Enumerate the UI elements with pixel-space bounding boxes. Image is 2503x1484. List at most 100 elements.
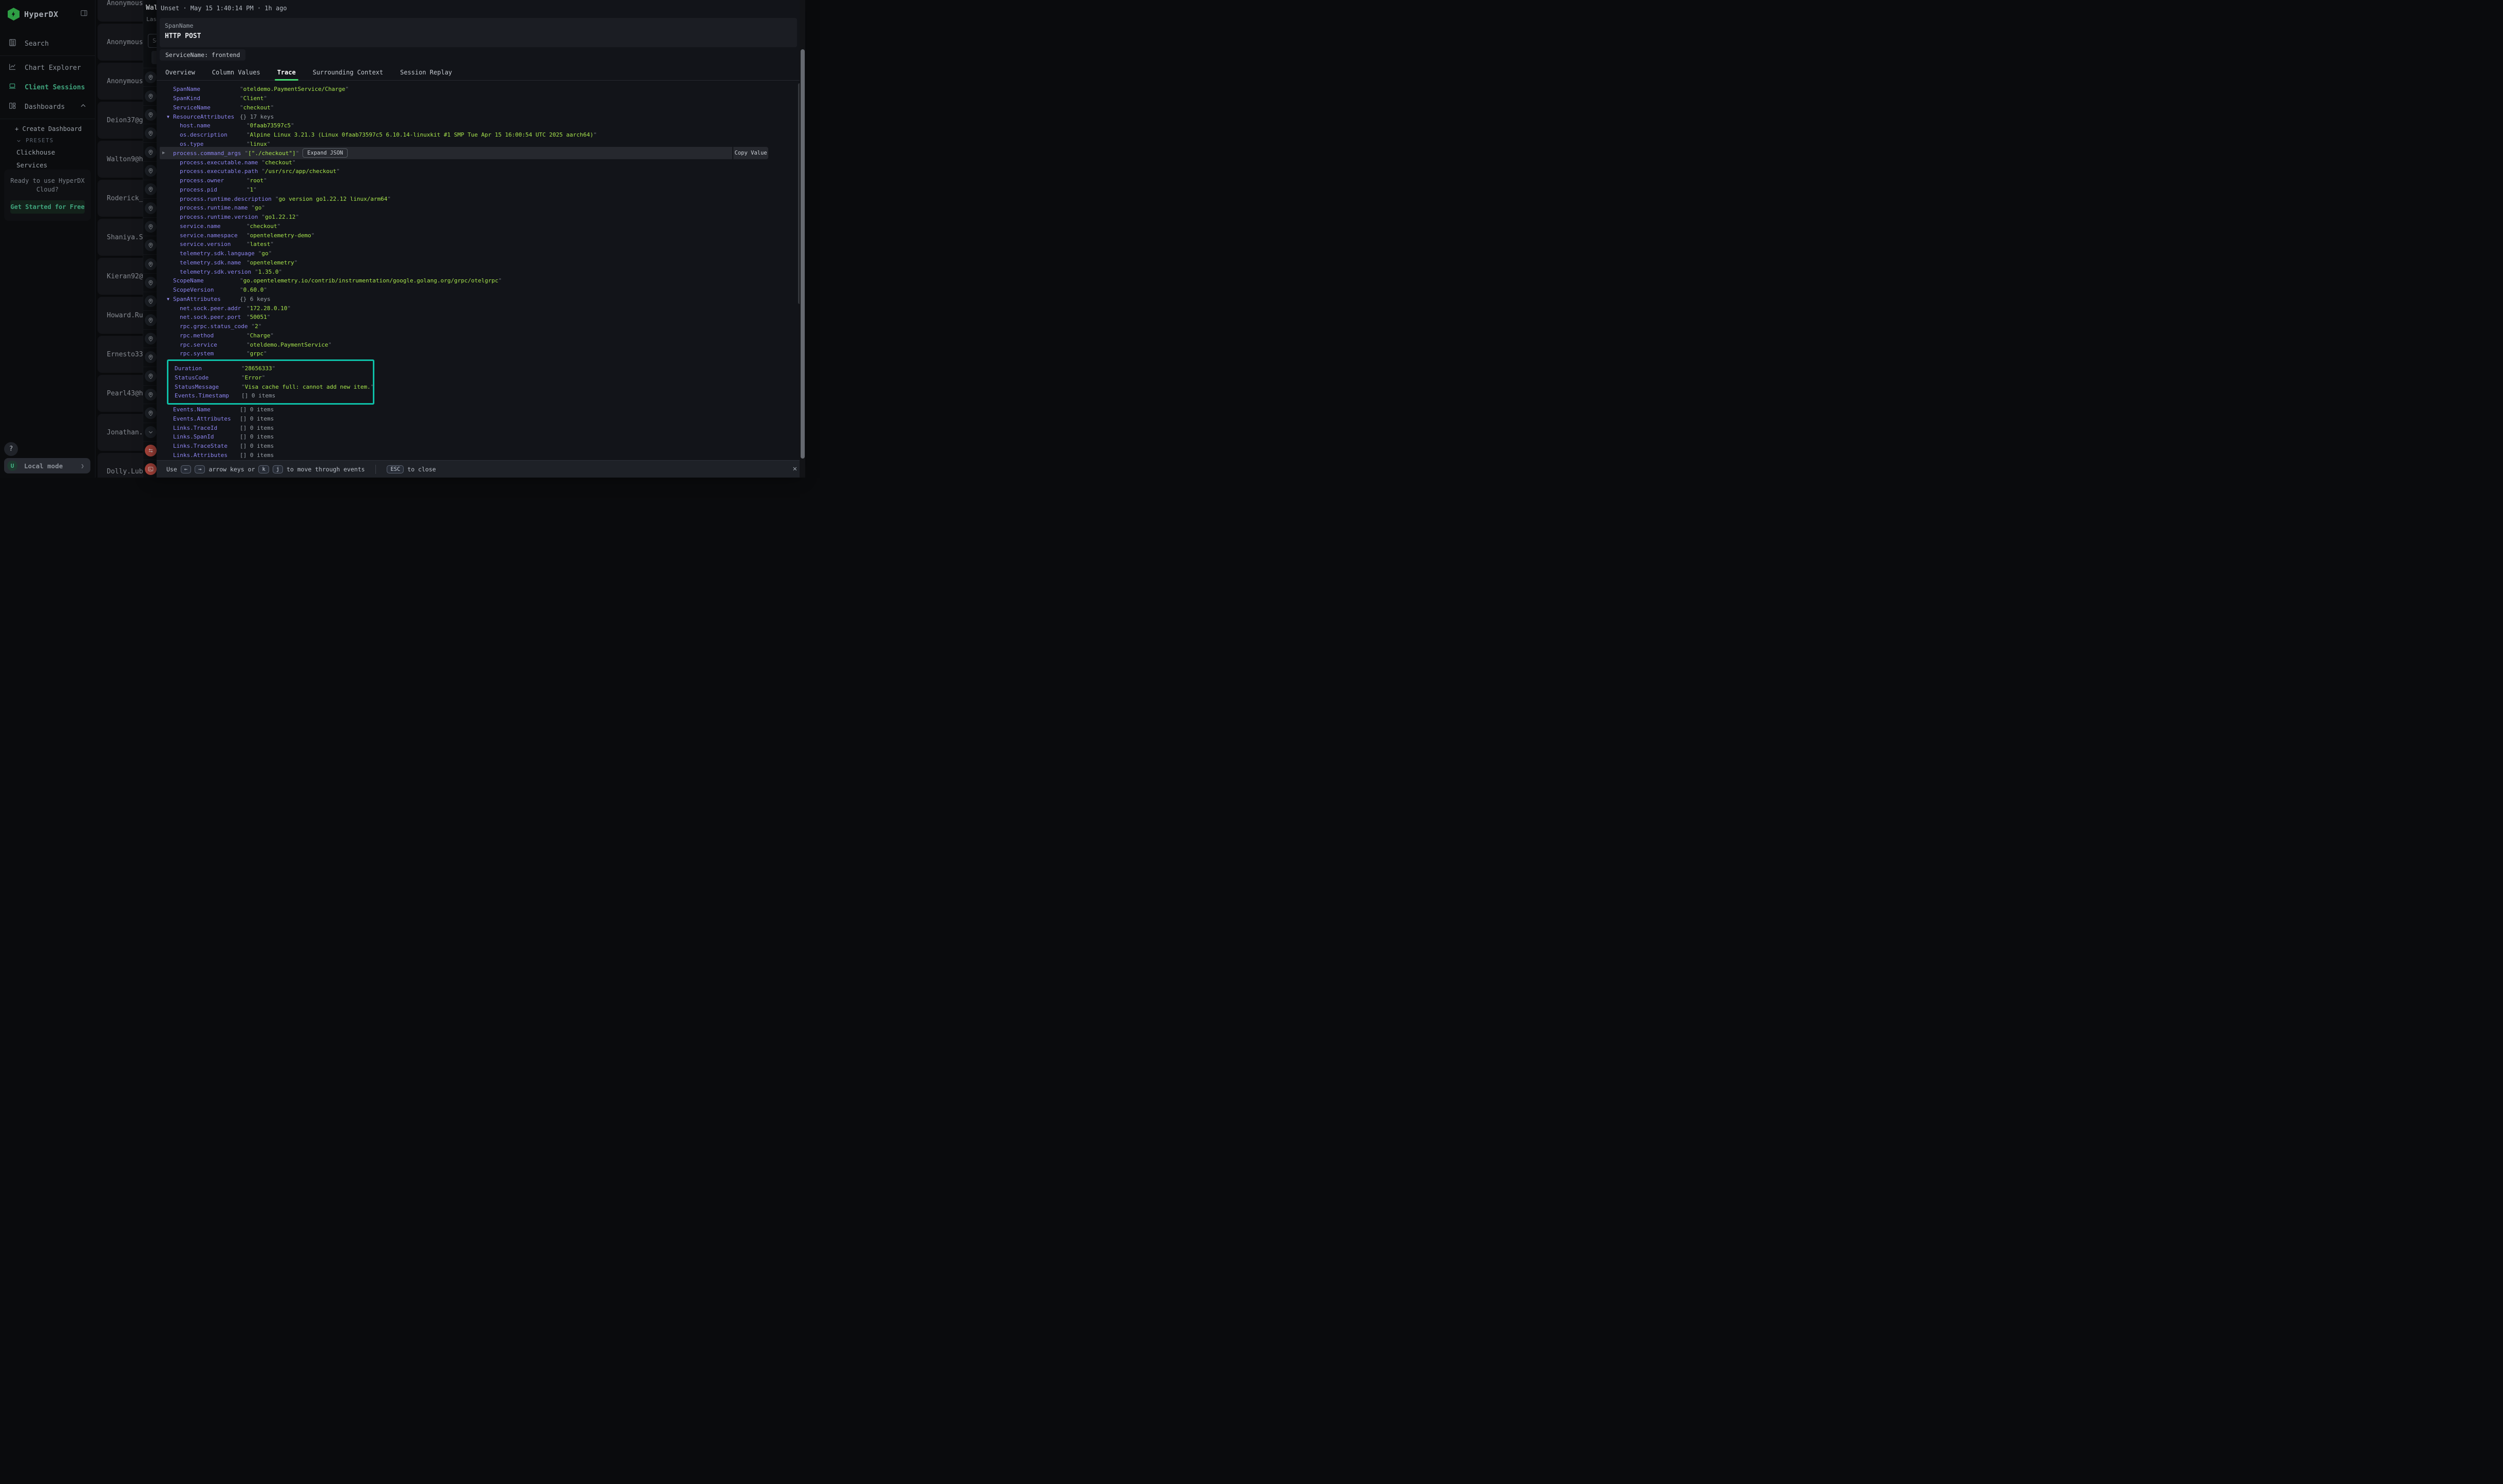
- attribute-row-rpc.method[interactable]: rpc.method"Charge": [173, 331, 805, 340]
- event-row[interactable]: [143, 386, 157, 404]
- j-key[interactable]: j: [273, 465, 283, 473]
- event-row[interactable]: [143, 348, 157, 367]
- filter-chip[interactable]: H: [151, 51, 157, 64]
- tab-session-replay[interactable]: Session Replay: [400, 66, 452, 80]
- session-card[interactable]: Ernesto33@: [98, 336, 143, 373]
- attribute-row-service.namespace[interactable]: service.namespace"opentelemetry-demo": [173, 231, 805, 240]
- attribute-row-os.description[interactable]: os.description"Alpine Linux 3.21.3 (Linu…: [173, 130, 805, 140]
- tab-overview[interactable]: Overview: [165, 66, 195, 80]
- event-row[interactable]: [143, 218, 157, 236]
- attribute-row-spankind[interactable]: SpanKind"Client": [173, 94, 805, 103]
- help-button[interactable]: ?: [4, 442, 18, 456]
- event-row[interactable]: [143, 404, 157, 423]
- attribute-row-links.attributes[interactable]: Links.Attributes[] 0 items: [173, 451, 805, 460]
- preset-item-clickhouse[interactable]: Clickhouse: [0, 146, 95, 159]
- expand-json-button[interactable]: Expand JSON: [302, 148, 348, 158]
- session-card[interactable]: Anonymous: [98, 0, 143, 22]
- attribute-row-process.pid[interactable]: process.pid"1": [173, 185, 805, 195]
- event-row[interactable]: [143, 423, 157, 442]
- attribute-row-links.spanid[interactable]: Links.SpanId[] 0 items: [173, 432, 805, 442]
- attribute-row-tracestate[interactable]: TraceState: [173, 81, 805, 85]
- arrow-left-key[interactable]: ←: [181, 465, 191, 473]
- event-row[interactable]: [143, 236, 157, 255]
- k-key[interactable]: k: [258, 465, 269, 473]
- close-icon[interactable]: ✕: [793, 465, 797, 473]
- attribute-row-net.sock.peer.addr[interactable]: net.sock.peer.addr"172.28.0.10": [173, 303, 805, 313]
- attribute-row-servicename[interactable]: ServiceName"checkout": [173, 103, 805, 112]
- event-row[interactable]: [143, 460, 157, 478]
- event-row[interactable]: [143, 68, 157, 87]
- session-card[interactable]: Shaniya.Sc: [98, 219, 143, 256]
- event-row[interactable]: [143, 255, 157, 273]
- attribute-row-process.executable.name[interactable]: process.executable.name"checkout": [173, 158, 805, 167]
- attribute-row-host.name[interactable]: host.name"0faab73597c5": [173, 121, 805, 130]
- attribute-row-service.version[interactable]: service.version"latest": [173, 240, 805, 249]
- session-card[interactable]: Anonymous: [98, 24, 143, 61]
- event-row[interactable]: [143, 162, 157, 180]
- attribute-row-spanname[interactable]: SpanName"oteldemo.PaymentService/Charge": [173, 85, 805, 94]
- sidebar-item-client-sessions[interactable]: Client Sessions: [0, 78, 95, 97]
- arrow-right-key[interactable]: →: [195, 465, 205, 473]
- event-row[interactable]: [143, 274, 157, 292]
- session-card[interactable]: Deion37@gm: [98, 102, 143, 139]
- session-card[interactable]: Dolly.Lubo: [98, 453, 143, 478]
- session-card[interactable]: Anonymous: [98, 63, 143, 100]
- event-row[interactable]: [143, 106, 157, 124]
- session-card[interactable]: Jonathan.B: [98, 414, 143, 451]
- attribute-row-events.name[interactable]: Events.Name[] 0 items: [173, 405, 805, 414]
- page-scrollbar-thumb[interactable]: [801, 49, 805, 459]
- session-card[interactable]: Pearl43@ho: [98, 375, 143, 412]
- event-row[interactable]: [143, 143, 157, 161]
- attribute-row-process.runtime.name[interactable]: process.runtime.name"go": [173, 203, 805, 213]
- user-menu[interactable]: U Local mode ❯: [4, 458, 90, 473]
- sidebar-item-dashboards[interactable]: Dashboards: [0, 97, 95, 117]
- event-row[interactable]: [143, 311, 157, 329]
- create-dashboard-button[interactable]: + Create Dashboard: [0, 121, 95, 134]
- event-row[interactable]: [143, 180, 157, 199]
- tab-surrounding-context[interactable]: Surrounding Context: [313, 66, 383, 80]
- sidebar-item-search[interactable]: Search: [0, 34, 95, 53]
- attribute-row-links.traceid[interactable]: Links.TraceId[] 0 items: [173, 423, 805, 432]
- page-scrollbar[interactable]: [800, 0, 805, 478]
- attribute-row-process.runtime.version[interactable]: process.runtime.version"go1.22.12": [173, 213, 805, 222]
- event-row[interactable]: [143, 442, 157, 460]
- presets-header[interactable]: PRESETS: [0, 134, 95, 146]
- attribute-row-duration[interactable]: Duration"28656333": [175, 364, 373, 373]
- attribute-row-resourceattributes[interactable]: ▼ResourceAttributes{} 17 keys: [173, 112, 805, 121]
- attribute-row-statusmessage[interactable]: StatusMessage"Visa cache full: cannot ad…: [175, 382, 373, 391]
- sidebar-item-chart-explorer[interactable]: Chart Explorer: [0, 58, 95, 78]
- esc-key[interactable]: ESC: [387, 465, 404, 473]
- attribute-row-spanattributes[interactable]: ▼SpanAttributes{} 6 keys: [173, 295, 805, 304]
- event-row[interactable]: [143, 330, 157, 348]
- attribute-row-process.owner[interactable]: process.owner"root": [173, 176, 805, 185]
- event-row[interactable]: [143, 292, 157, 311]
- attribute-row-events.attributes[interactable]: Events.Attributes[] 0 items: [173, 414, 805, 424]
- attribute-row-rpc.grpc.status_code[interactable]: rpc.grpc.status_code"2": [173, 322, 805, 331]
- attribute-row-net.sock.peer.port[interactable]: net.sock.peer.port"50051": [173, 313, 805, 322]
- session-card[interactable]: Roderick_S: [98, 180, 143, 217]
- search-input[interactable]: Sea: [148, 34, 157, 48]
- get-started-button[interactable]: Get Started for Free: [10, 200, 85, 214]
- event-row[interactable]: [143, 367, 157, 386]
- attribute-row-telemetry.sdk.name[interactable]: telemetry.sdk.name"opentelemetry": [173, 258, 805, 268]
- attribute-row-links.tracestate[interactable]: Links.TraceState[] 0 items: [173, 442, 805, 451]
- session-card[interactable]: Walton9@ho: [98, 141, 143, 178]
- session-card[interactable]: Howard.Run: [98, 297, 143, 334]
- attribute-row-service.name[interactable]: service.name"checkout": [173, 222, 805, 231]
- session-card[interactable]: Kieran92@h: [98, 258, 143, 295]
- attribute-row-telemetry.sdk.version[interactable]: telemetry.sdk.version"1.35.0": [173, 267, 805, 276]
- event-row[interactable]: [143, 199, 157, 217]
- sidebar-collapse-icon[interactable]: [80, 9, 88, 19]
- attribute-row-statuscode[interactable]: StatusCode"Error": [175, 373, 373, 383]
- tab-trace[interactable]: Trace: [277, 66, 296, 80]
- attribute-row-scopename[interactable]: ScopeName"go.opentelemetry.io/contrib/in…: [173, 276, 805, 286]
- attribute-row-telemetry.sdk.language[interactable]: telemetry.sdk.language"go": [173, 249, 805, 258]
- attribute-row-scopeversion[interactable]: ScopeVersion"0.60.0": [173, 286, 805, 295]
- attribute-row-rpc.system[interactable]: rpc.system"grpc": [173, 349, 805, 358]
- attribute-row-rpc.service[interactable]: rpc.service"oteldemo.PaymentService": [173, 340, 805, 349]
- attribute-row-events.timestamp[interactable]: Events.Timestamp[] 0 items: [175, 391, 373, 401]
- attribute-row-process.executable.path[interactable]: process.executable.path"/usr/src/app/che…: [173, 167, 805, 176]
- tab-column-values[interactable]: Column Values: [212, 66, 260, 80]
- event-row[interactable]: [143, 124, 157, 143]
- service-name-tag[interactable]: ServiceName: frontend: [160, 49, 245, 61]
